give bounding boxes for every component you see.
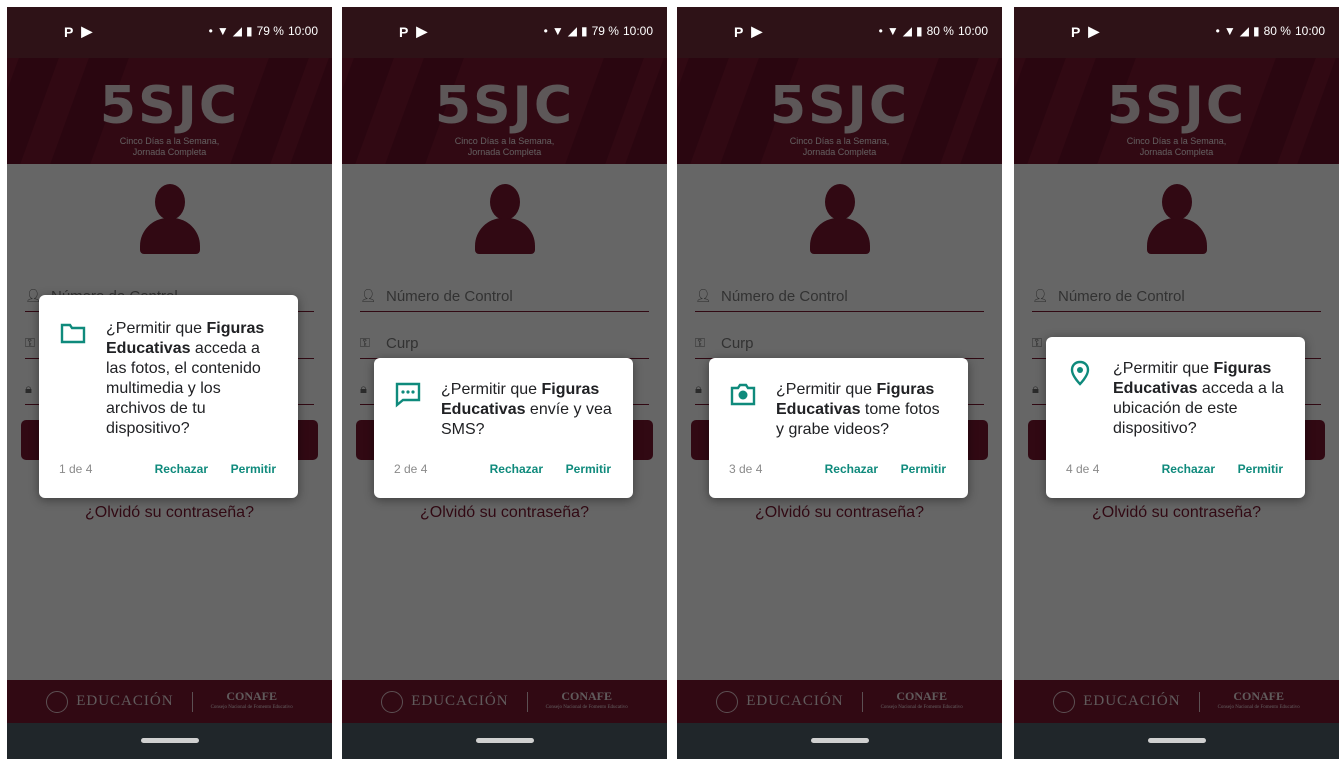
signal-icon: ◢ [232,24,242,38]
permission-dialog: ¿Permitir que Figuras Educativas tome fo… [709,358,968,498]
reject-button[interactable]: Rechazar [490,462,543,476]
sms-icon [394,380,422,408]
location-pin-icon [1066,359,1094,387]
camera-icon [729,380,757,408]
navigation-bar [677,723,1002,759]
permission-counter: 1 de 4 [59,462,93,476]
status-bar: P ▶ • ▼ ◢ ▮ 80 % 10:00 [1014,7,1339,58]
reject-button[interactable]: Rechazar [1162,462,1215,476]
clock: 10:00 [1294,24,1325,38]
permission-message: ¿Permitir que Figuras Educativas tome fo… [776,381,940,438]
navigation-bar [342,723,667,759]
wifi-icon: ▼ [551,24,564,38]
status-bar: P ▶ • ▼ ◢ ▮ 79 % 10:00 [7,7,332,58]
permission-dialog: ¿Permitir que Figuras Educativas acceda … [39,295,298,498]
home-gesture-handle[interactable] [811,738,869,743]
wifi-icon: ▼ [216,24,229,38]
battery-level: 79 % [256,24,284,38]
battery-level: 80 % [1263,24,1291,38]
phone-screen: P ▶ • ▼ ◢ ▮ 80 % 10:00 5SJC Cinco Días a… [677,7,1002,759]
battery-icon: ▮ [916,24,923,38]
permission-message: ¿Permitir que Figuras Educativas acceda … [1113,360,1284,437]
p-icon: P [1071,23,1081,40]
play-icon: ▶ [81,23,93,39]
dot-icon: • [1215,24,1220,38]
status-bar: P ▶ • ▼ ◢ ▮ 79 % 10:00 [342,7,667,58]
permission-counter: 3 de 4 [729,462,763,476]
reject-button[interactable]: Rechazar [155,462,208,476]
permission-counter: 4 de 4 [1066,462,1100,476]
clock: 10:00 [957,24,988,38]
allow-button[interactable]: Permitir [566,462,611,476]
clock: 10:00 [287,24,318,38]
wifi-icon: ▼ [1223,24,1236,38]
battery-icon: ▮ [581,24,588,38]
p-icon: P [399,23,409,40]
permission-dialog: ¿Permitir que Figuras Educativas envíe y… [374,358,633,498]
allow-button[interactable]: Permitir [901,462,946,476]
battery-icon: ▮ [246,24,253,38]
allow-button[interactable]: Permitir [1238,462,1283,476]
phone-screen: P ▶ • ▼ ◢ ▮ 80 % 10:00 5SJC Cinco Días a… [1014,7,1339,759]
folder-icon [59,319,87,347]
battery-level: 80 % [926,24,954,38]
navigation-bar [7,723,332,759]
permission-message: ¿Permitir que Figuras Educativas envíe y… [441,381,612,438]
home-gesture-handle[interactable] [1148,738,1206,743]
play-icon: ▶ [416,23,428,39]
permission-counter: 2 de 4 [394,462,428,476]
p-icon: P [64,23,74,40]
phone-screen: P ▶ • ▼ ◢ ▮ 79 % 10:00 5SJC Cinco Días a… [7,7,332,759]
home-gesture-handle[interactable] [476,738,534,743]
battery-level: 79 % [591,24,619,38]
reject-button[interactable]: Rechazar [825,462,878,476]
p-icon: P [734,23,744,40]
battery-icon: ▮ [1253,24,1260,38]
phone-screen: P ▶ • ▼ ◢ ▮ 79 % 10:00 5SJC Cinco Días a… [342,7,667,759]
status-bar: P ▶ • ▼ ◢ ▮ 80 % 10:00 [677,7,1002,58]
signal-icon: ◢ [1239,24,1249,38]
signal-icon: ◢ [902,24,912,38]
dot-icon: • [878,24,883,38]
play-icon: ▶ [1088,23,1100,39]
clock: 10:00 [622,24,653,38]
play-icon: ▶ [751,23,763,39]
dot-icon: • [543,24,548,38]
permission-message: ¿Permitir que Figuras Educativas acceda … [106,320,265,437]
navigation-bar [1014,723,1339,759]
dot-icon: • [208,24,213,38]
permission-dialog: ¿Permitir que Figuras Educativas acceda … [1046,337,1305,498]
signal-icon: ◢ [567,24,577,38]
allow-button[interactable]: Permitir [231,462,276,476]
wifi-icon: ▼ [886,24,899,38]
home-gesture-handle[interactable] [141,738,199,743]
